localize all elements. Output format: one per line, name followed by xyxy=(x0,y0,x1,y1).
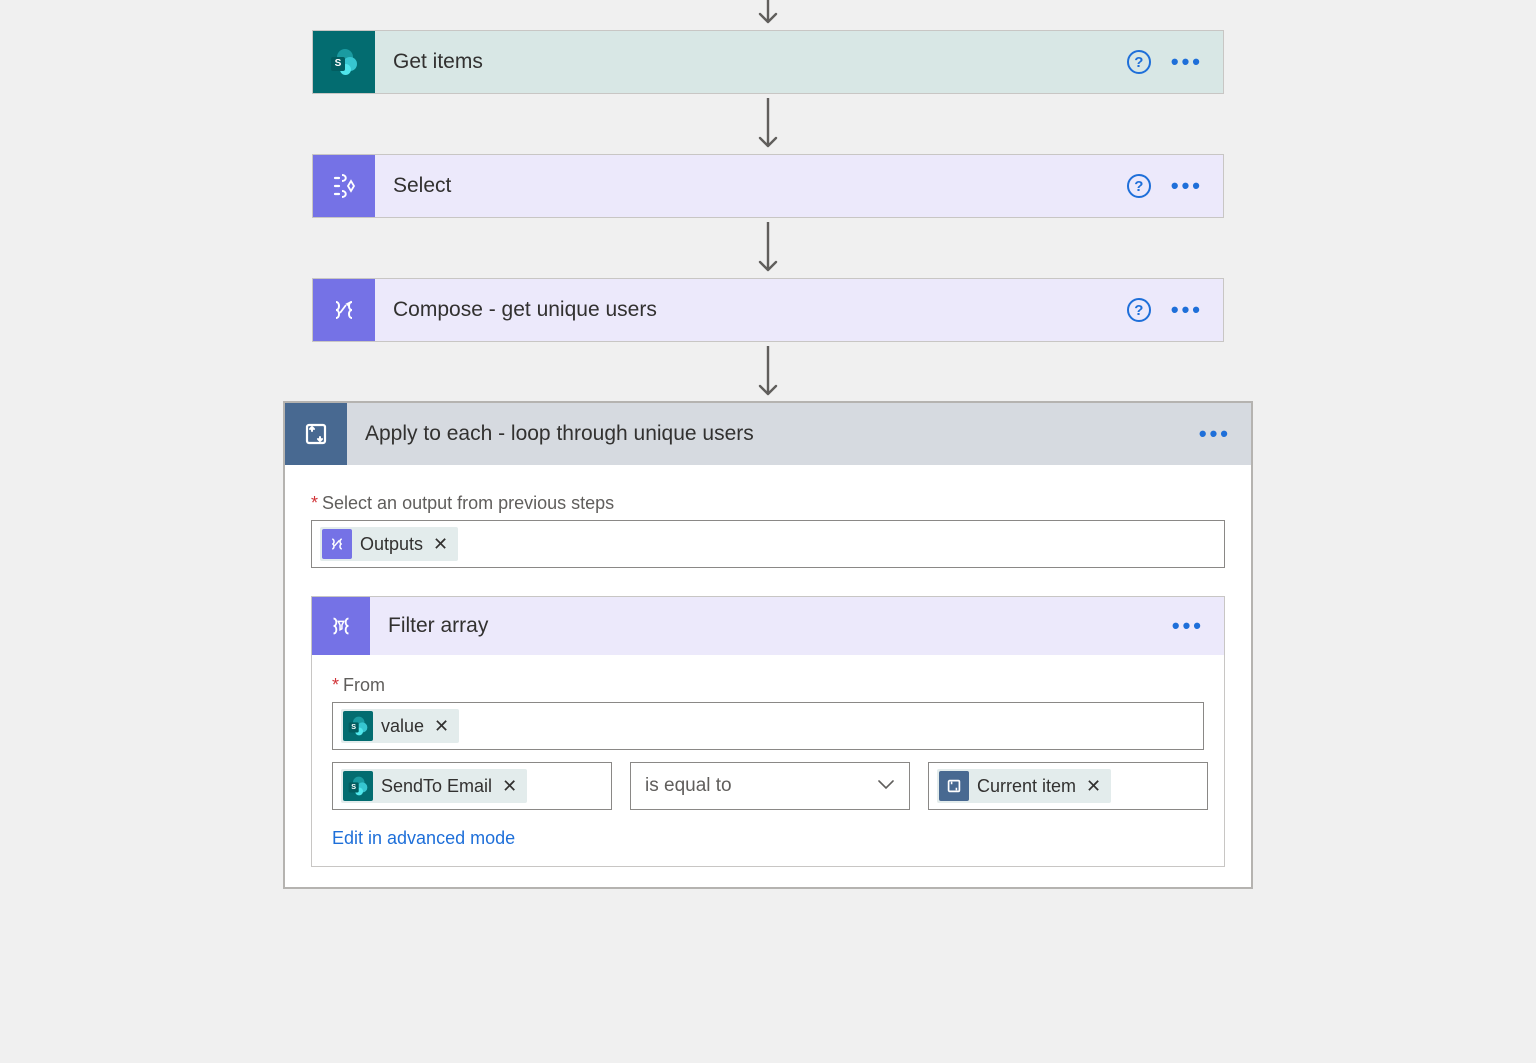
step-title: Filter array xyxy=(370,614,1172,638)
token-label: SendTo Email xyxy=(381,776,492,797)
ellipsis-icon[interactable]: ••• xyxy=(1171,299,1203,321)
close-icon[interactable]: ✕ xyxy=(502,776,517,797)
chevron-down-icon xyxy=(877,775,895,797)
loop-icon xyxy=(939,771,969,801)
edit-advanced-link[interactable]: Edit in advanced mode xyxy=(332,828,515,849)
close-icon[interactable]: ✕ xyxy=(434,716,449,737)
ellipsis-icon[interactable]: ••• xyxy=(1171,175,1203,197)
step-get-items[interactable]: S Get items ? ••• xyxy=(312,30,1224,94)
output-label: *Select an output from previous steps xyxy=(311,493,1225,514)
flow-arrow xyxy=(0,98,1536,152)
token-label: Outputs xyxy=(360,534,423,555)
condition-left[interactable]: S SendTo Email ✕ xyxy=(332,762,612,810)
step-select[interactable]: Select ? ••• xyxy=(312,154,1224,218)
step-apply-to-each[interactable]: Apply to each - loop through unique user… xyxy=(284,402,1252,888)
close-icon[interactable]: ✕ xyxy=(433,534,448,555)
step-compose[interactable]: Compose - get unique users ? ••• xyxy=(312,278,1224,342)
ellipsis-icon[interactable]: ••• xyxy=(1172,615,1204,637)
step-title: Apply to each - loop through unique user… xyxy=(347,422,1199,446)
step-title: Get items xyxy=(375,50,1127,74)
condition-right[interactable]: Current item ✕ xyxy=(928,762,1208,810)
step-filter-array[interactable]: Filter array ••• *From S value xyxy=(311,596,1225,867)
help-icon[interactable]: ? xyxy=(1127,50,1151,74)
sharepoint-icon: S xyxy=(343,711,373,741)
flow-arrow xyxy=(0,346,1536,400)
step-title: Select xyxy=(375,174,1127,198)
token-sendto-email[interactable]: S SendTo Email ✕ xyxy=(341,769,527,803)
select-icon xyxy=(313,155,375,217)
condition-operator[interactable]: is equal to xyxy=(630,762,910,810)
operator-label: is equal to xyxy=(645,775,732,797)
ellipsis-icon[interactable]: ••• xyxy=(1171,51,1203,73)
step-title: Compose - get unique users xyxy=(375,298,1127,322)
compose-icon xyxy=(322,529,352,559)
from-label: *From xyxy=(332,675,1204,696)
filter-icon xyxy=(312,597,370,655)
from-input[interactable]: S value ✕ xyxy=(332,702,1204,750)
token-value[interactable]: S value ✕ xyxy=(341,709,459,743)
help-icon[interactable]: ? xyxy=(1127,174,1151,198)
output-input[interactable]: Outputs ✕ xyxy=(311,520,1225,568)
flow-arrow xyxy=(0,0,1536,28)
sharepoint-icon: S xyxy=(343,771,373,801)
token-outputs[interactable]: Outputs ✕ xyxy=(320,527,458,561)
token-current-item[interactable]: Current item ✕ xyxy=(937,769,1111,803)
condition-row: S SendTo Email ✕ is equal to xyxy=(332,762,1204,810)
sharepoint-icon: S xyxy=(313,31,375,93)
help-icon[interactable]: ? xyxy=(1127,298,1151,322)
flow-arrow xyxy=(0,222,1536,276)
token-label: value xyxy=(381,716,424,737)
loop-icon xyxy=(285,403,347,465)
compose-icon xyxy=(313,279,375,341)
token-label: Current item xyxy=(977,776,1076,797)
ellipsis-icon[interactable]: ••• xyxy=(1199,423,1231,445)
close-icon[interactable]: ✕ xyxy=(1086,776,1101,797)
